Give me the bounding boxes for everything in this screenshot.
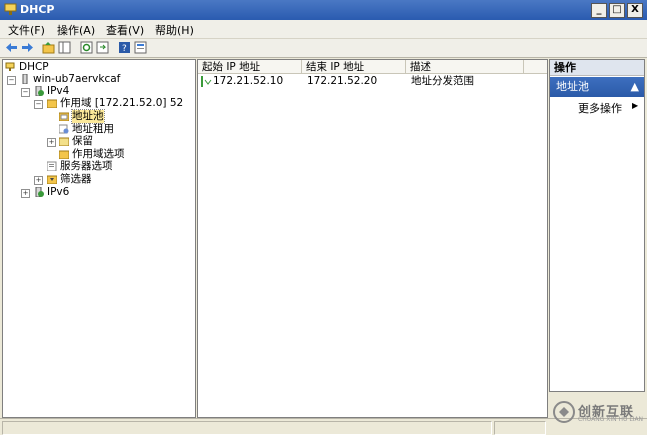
- column-header-start-ip[interactable]: 起始 IP 地址: [198, 60, 302, 74]
- watermark-logo: 创新互联 CHUANG XIN HU LIAN: [552, 398, 644, 428]
- minimize-button[interactable]: _: [591, 3, 607, 18]
- collapse-up-icon[interactable]: ▲: [631, 77, 639, 97]
- tree-label: 保留: [72, 135, 93, 147]
- address-pool-icon: [59, 112, 69, 121]
- show-hide-tree-icon[interactable]: [58, 41, 71, 54]
- properties-icon[interactable]: [134, 41, 147, 54]
- dhcp-app-icon: [4, 3, 17, 15]
- tree-label: 地址池: [71, 109, 105, 124]
- up-folder-icon[interactable]: [42, 41, 55, 54]
- column-header-filler: [524, 60, 547, 74]
- more-actions-link[interactable]: 更多操作: [578, 100, 622, 116]
- menu-file[interactable]: 文件(F): [8, 22, 45, 38]
- action-pane-title: 操作: [550, 60, 644, 76]
- watermark-subtext: CHUANG XIN HU LIAN: [578, 416, 644, 423]
- column-header-description[interactable]: 描述: [406, 60, 524, 74]
- close-button[interactable]: X: [627, 3, 643, 18]
- ipv4-icon: [35, 86, 44, 96]
- tree-label: 筛选器: [60, 173, 92, 185]
- title-bar: DHCP _ □ X: [0, 0, 647, 20]
- collapse-icon[interactable]: −: [7, 76, 16, 85]
- submenu-arrow-icon: ▶: [632, 101, 639, 110]
- expand-icon[interactable]: +: [34, 176, 43, 185]
- refresh-icon[interactable]: [80, 41, 93, 54]
- svg-text:?: ?: [122, 44, 127, 54]
- dhcp-icon: [5, 62, 15, 71]
- ip-range-icon: [201, 76, 212, 87]
- table-row[interactable]: 172.21.52.10 172.21.52.20 地址分发范围: [200, 75, 540, 88]
- action-section-label: 地址池: [556, 80, 589, 93]
- column-header-end-ip[interactable]: 结束 IP 地址: [302, 60, 406, 74]
- end-ip-cell: 172.21.52.20: [307, 75, 378, 87]
- window-title: DHCP: [20, 3, 55, 16]
- ipv6-icon: [35, 187, 44, 197]
- collapse-icon[interactable]: −: [21, 88, 30, 97]
- menu-help[interactable]: 帮助(H): [155, 22, 194, 38]
- server-options-icon: [47, 161, 57, 171]
- back-arrow-icon[interactable]: [5, 41, 18, 54]
- start-ip-cell: 172.21.52.10: [213, 75, 284, 87]
- server-icon: [22, 74, 28, 84]
- address-leases-icon: [59, 124, 69, 134]
- status-bar: [0, 418, 647, 435]
- folder-icon: [47, 99, 57, 108]
- collapse-icon[interactable]: −: [34, 100, 43, 109]
- tree-label: 作用域 [172.21.52.0] 52: [60, 97, 184, 109]
- menu-view[interactable]: 查看(V): [106, 22, 144, 38]
- reservations-icon: [59, 137, 69, 146]
- action-section-address-pool[interactable]: 地址池 ▲: [550, 77, 644, 97]
- status-cell-main: [2, 421, 492, 435]
- tree-label: 服务器选项: [60, 160, 113, 172]
- expand-icon[interactable]: +: [21, 189, 30, 198]
- window-controls: _ □ X: [591, 3, 643, 18]
- filters-icon: [47, 175, 57, 184]
- watermark-logo-icon: [553, 401, 575, 423]
- action-pane: 操作 地址池 ▲ 更多操作 ▶: [549, 59, 645, 392]
- description-cell: 地址分发范围: [411, 75, 474, 87]
- menu-bar: 文件(F) 操作(A) 查看(V) 帮助(H): [0, 20, 647, 39]
- toolbar: ?: [0, 39, 647, 58]
- expand-icon[interactable]: +: [47, 138, 56, 147]
- more-actions-label: 更多操作: [578, 102, 622, 115]
- menu-action[interactable]: 操作(A): [57, 22, 95, 38]
- scope-options-icon: [59, 150, 69, 159]
- result-list: 起始 IP 地址 结束 IP 地址 描述 172.21.52.10 172.21…: [197, 59, 548, 418]
- console-tree: DHCP − win-ub7aervkcaf − IPv4 − 作用域 [172…: [2, 59, 196, 418]
- status-cell-secondary: [494, 421, 546, 435]
- tree-label: IPv6: [47, 186, 70, 198]
- help-icon[interactable]: ?: [118, 41, 131, 54]
- maximize-button[interactable]: □: [609, 3, 625, 18]
- forward-arrow-icon[interactable]: [21, 41, 34, 54]
- export-list-icon[interactable]: [96, 41, 109, 54]
